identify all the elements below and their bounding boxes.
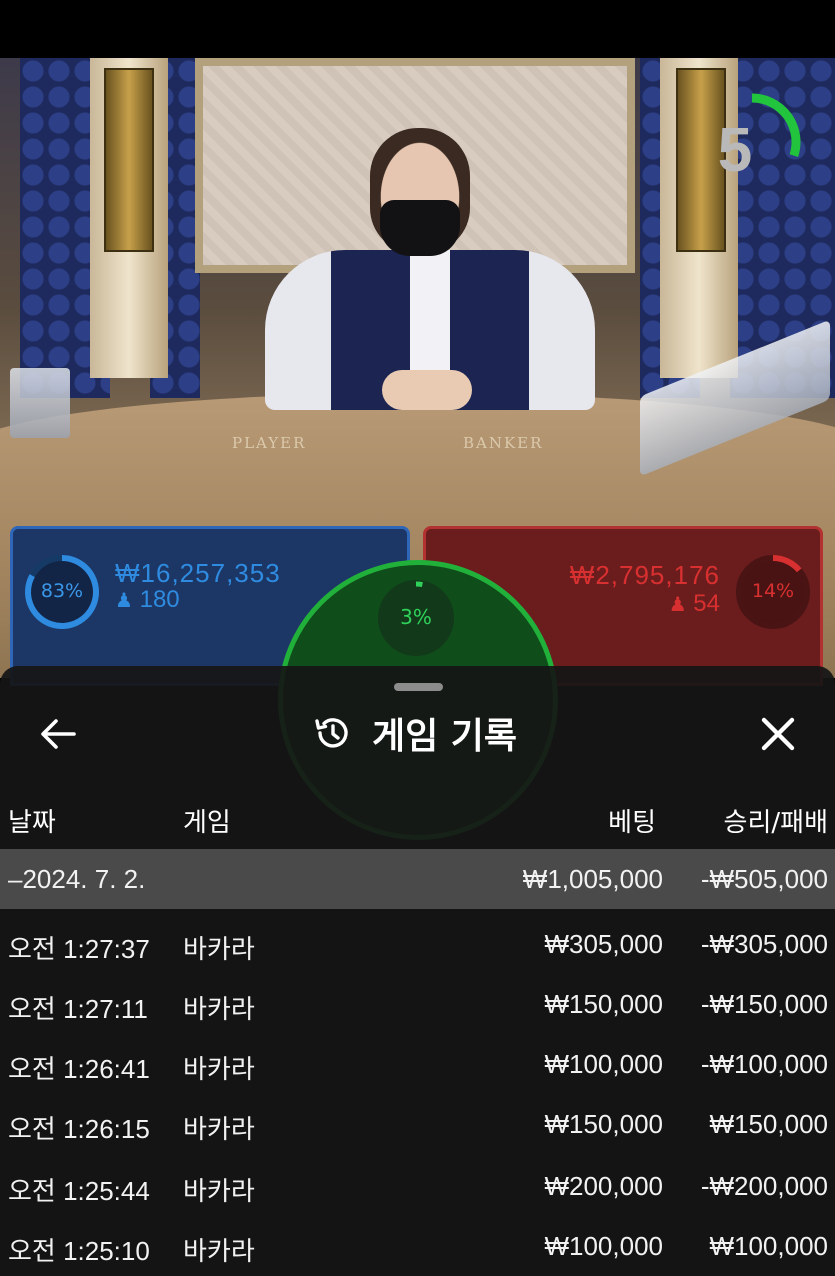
row-result: -₩305,000 [700,929,828,959]
row-time: 오전 1:27:11 [8,994,148,1024]
user-icon: ♟ [115,590,133,612]
row-bet: ₩305,000 [544,929,663,959]
dealer-hands [382,370,472,410]
row-result: ₩150,000 [709,1109,828,1139]
player-count-value: 180 [139,586,180,613]
row-bet: ₩150,000 [544,1109,663,1139]
sheet-title: 게임 기록 [372,716,518,757]
banker-count-value: 54 [693,590,720,617]
row-game: 바카라 [183,1054,255,1084]
date-group-bet-total: ₩1,005,000 [522,864,663,894]
dealer-mask [380,200,460,256]
player-percent: 83% [40,580,84,602]
row-result: -₩100,000 [700,1049,828,1079]
column-header-game[interactable]: 게임 [183,802,231,839]
row-game: 바카라 [183,1236,255,1266]
column-header-date[interactable]: 날짜 [8,802,56,839]
history-icon [315,718,348,748]
status-bar [0,0,835,58]
row-time: 오전 1:26:15 [8,1114,150,1144]
user-icon: ♟ [668,594,687,616]
banker-bettor-count: ♟ 54 [600,590,720,618]
row-game: 바카라 [183,1114,255,1144]
row-result: -₩150,000 [700,989,828,1019]
row-bet: ₩200,000 [544,1171,663,1201]
sheet-drag-handle[interactable] [394,683,443,691]
card-discard-tray [10,368,70,438]
table-label-player: PLAYER [232,434,307,452]
row-time: 오전 1:25:10 [8,1236,150,1266]
row-time: 오전 1:27:37 [8,934,150,964]
row-game: 바카라 [183,934,255,964]
countdown-value: 5 [717,116,753,185]
row-time: 오전 1:26:41 [8,1054,150,1084]
row-bet: ₩150,000 [544,989,663,1019]
banker-total-amount: ₩2,795,176 [569,560,720,590]
close-icon[interactable] [754,710,802,758]
player-total-amount: ₩16,257,353 [115,558,281,588]
gold-ornament [104,68,154,252]
row-game: 바카라 [183,994,255,1024]
tie-percent: 3% [400,605,432,629]
player-bettor-count: ♟ 180 [115,586,180,614]
table-label-banker: BANKER [463,434,544,452]
column-header-result[interactable]: 승리/패배 [660,802,828,839]
row-game: 바카라 [183,1176,255,1206]
row-bet: ₩100,000 [544,1231,663,1261]
column-header-bet[interactable]: 베팅 [520,802,656,839]
sheet-header: 게임 기록 [312,706,517,760]
row-bet: ₩100,000 [544,1049,663,1079]
arrow-left-icon[interactable] [36,712,80,756]
row-result: -₩200,000 [700,1171,828,1201]
row-result: ₩100,000 [709,1231,828,1261]
date-group-label: –2024. 7. 2. [8,864,146,894]
date-group-result-total: -₩505,000 [700,864,828,894]
row-time: 오전 1:25:44 [8,1176,150,1206]
banker-percent: 14% [751,580,795,602]
